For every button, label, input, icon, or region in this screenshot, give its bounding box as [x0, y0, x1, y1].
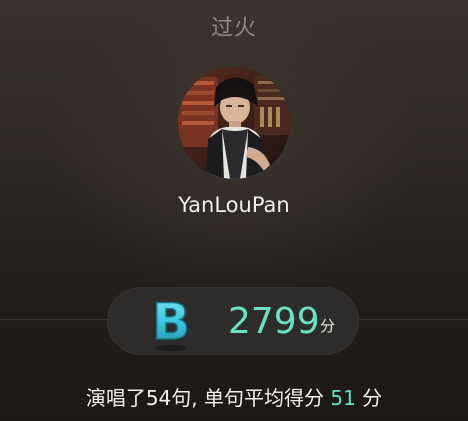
song-title: 过火: [210, 16, 257, 41]
grade-badge-icon: B: [151, 290, 191, 352]
avatar-photo: [178, 67, 290, 179]
average-score: 51: [330, 386, 356, 410]
summary-prefix: 演唱了54句, 单句平均得分: [85, 386, 324, 410]
username[interactable]: YanLouPan: [0, 193, 468, 217]
summary-text: 演唱了54句, 单句平均得分 51 分: [0, 382, 468, 411]
average-unit: 分: [362, 386, 383, 410]
grade-letter: B: [152, 293, 190, 351]
avatar[interactable]: [178, 67, 290, 179]
result-screen: 过火 YanLouPan B 2799 分 演唱了54句, 单句平均得分 51 …: [0, 0, 468, 421]
score-unit: 分: [320, 317, 336, 335]
total-score: 2799: [228, 301, 320, 342]
